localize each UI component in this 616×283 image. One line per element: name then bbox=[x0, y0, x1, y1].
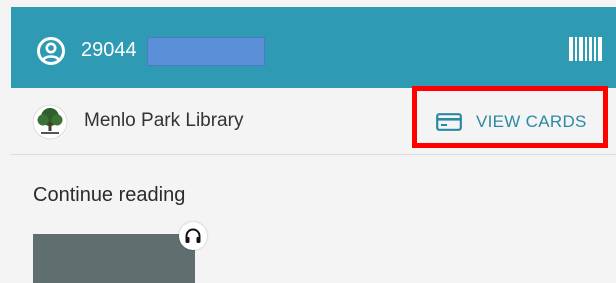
account-circle-icon[interactable] bbox=[36, 36, 66, 66]
audiobook-badge bbox=[179, 222, 207, 250]
barcode-icon[interactable] bbox=[569, 37, 603, 61]
library-name: Menlo Park Library bbox=[84, 110, 244, 131]
redacted-account-digits bbox=[147, 37, 265, 66]
headphones-icon bbox=[185, 228, 201, 243]
view-cards-label: VIEW CARDS bbox=[476, 112, 587, 131]
account-number: 29044 bbox=[81, 39, 137, 61]
app-screen: 29044 Menlo Park Library VIEW CARDS Cont… bbox=[0, 0, 616, 283]
book-cover[interactable] bbox=[33, 234, 195, 283]
card-icon bbox=[436, 113, 462, 131]
top-app-bar: 29044 bbox=[11, 7, 616, 88]
continue-reading-heading: Continue reading bbox=[33, 184, 186, 206]
view-cards-button[interactable]: VIEW CARDS bbox=[436, 104, 587, 140]
library-row: Menlo Park Library VIEW CARDS bbox=[11, 88, 616, 155]
library-tree-logo bbox=[32, 104, 68, 140]
